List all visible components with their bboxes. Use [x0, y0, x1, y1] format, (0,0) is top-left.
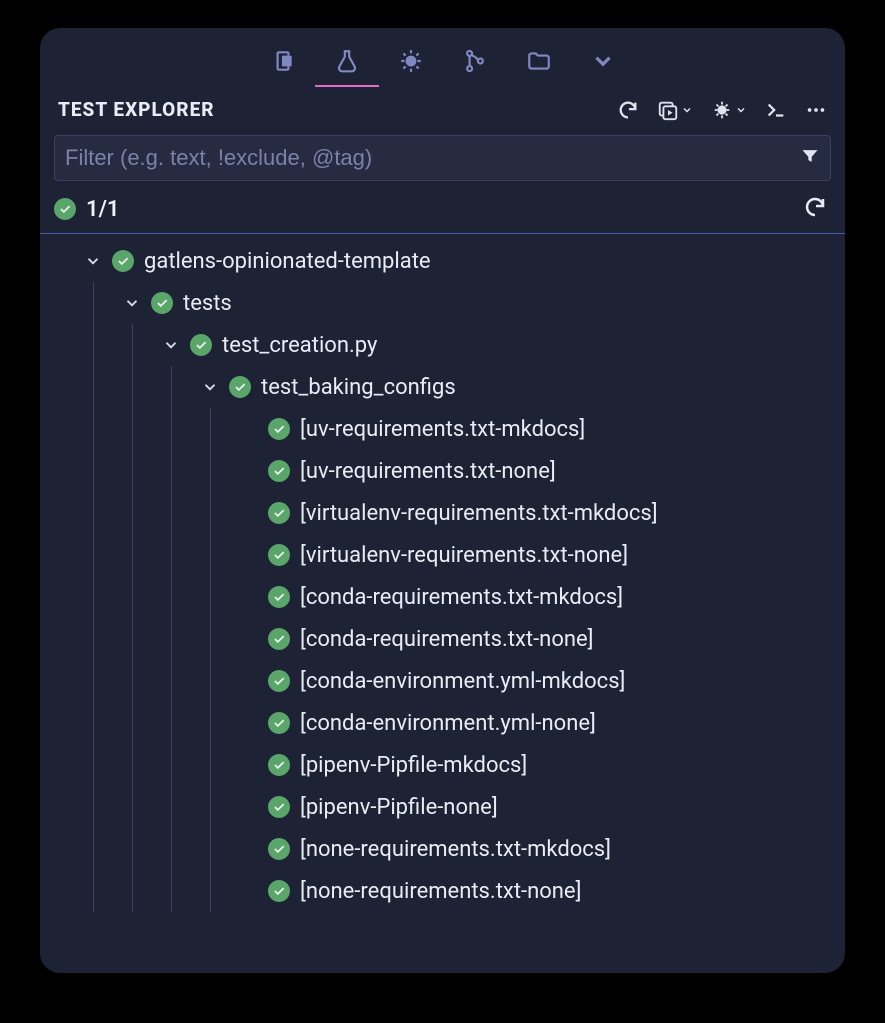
status-pass-icon [268, 460, 290, 482]
run-tests-button[interactable] [657, 99, 693, 121]
tree-row-file[interactable]: test_creation.py [40, 324, 845, 366]
tree-row-param[interactable]: [conda-requirements.txt-none] [40, 618, 845, 660]
tree-label: [pipenv-Pipfile-none] [300, 795, 498, 820]
tree-row-testcase[interactable]: test_baking_configs [40, 366, 845, 408]
section-header: TEST EXPLORER [40, 86, 845, 129]
chevron-down-icon[interactable] [121, 294, 143, 312]
tree-label: test_creation.py [222, 333, 377, 358]
overflow-chevron-icon[interactable] [589, 47, 617, 75]
tree-row-param[interactable]: [uv-requirements.txt-none] [40, 450, 845, 492]
tree-label: [none-requirements.txt-mkdocs] [300, 837, 611, 862]
tree-label: [conda-environment.yml-none] [300, 711, 596, 736]
status-pass-icon [268, 418, 290, 440]
tree-label: [uv-requirements.txt-none] [300, 459, 556, 484]
tree-row-param[interactable]: [conda-environment.yml-mkdocs] [40, 660, 845, 702]
tree-row-param[interactable]: [conda-requirements.txt-mkdocs] [40, 576, 845, 618]
chevron-down-icon[interactable] [199, 378, 221, 396]
status-pass-icon [268, 628, 290, 650]
summary-count: 1/1 [86, 197, 120, 222]
status-pass-icon [229, 376, 251, 398]
debug-tests-button[interactable] [711, 99, 747, 121]
status-pass-icon [268, 712, 290, 734]
tree-row-param[interactable]: [pipenv-Pipfile-none] [40, 786, 845, 828]
tree-label: tests [183, 291, 232, 316]
summary-row: 1/1 [40, 189, 845, 233]
refresh-tests-button[interactable] [617, 99, 639, 121]
test-tree[interactable]: gatlens-opinionated-template tests test_… [40, 234, 845, 973]
chevron-down-icon[interactable] [160, 336, 182, 354]
tree-row-param[interactable]: [virtualenv-requirements.txt-mkdocs] [40, 492, 845, 534]
status-pass-icon [190, 334, 212, 356]
status-pass-icon [151, 292, 173, 314]
activity-tabstrip [40, 28, 845, 86]
status-pass-icon [268, 838, 290, 860]
tree-row-param[interactable]: [virtualenv-requirements.txt-none] [40, 534, 845, 576]
tree-row-param[interactable]: [none-requirements.txt-none] [40, 870, 845, 912]
folder-tab-icon[interactable] [525, 47, 553, 75]
tree-row-tests[interactable]: tests [40, 282, 845, 324]
test-explorer-panel: TEST EXPLORER [40, 28, 845, 973]
section-title: TEST EXPLORER [58, 98, 215, 121]
status-pass-icon [268, 880, 290, 902]
tree-row-param[interactable]: [pipenv-Pipfile-mkdocs] [40, 744, 845, 786]
tree-row-param[interactable]: [none-requirements.txt-mkdocs] [40, 828, 845, 870]
tree-label: [conda-requirements.txt-mkdocs] [300, 585, 623, 610]
tree-row-param[interactable]: [uv-requirements.txt-mkdocs] [40, 408, 845, 450]
tree-label: [conda-environment.yml-mkdocs] [300, 669, 625, 694]
tree-label: [pipenv-Pipfile-mkdocs] [300, 753, 527, 778]
section-actions [617, 99, 827, 121]
source-control-tab-icon[interactable] [461, 47, 489, 75]
tree-label: [none-requirements.txt-none] [300, 879, 581, 904]
tree-label: [virtualenv-requirements.txt-none] [300, 543, 628, 568]
filter-box[interactable] [54, 135, 831, 181]
debug-tab-icon[interactable] [397, 47, 425, 75]
filter-input[interactable] [65, 145, 800, 171]
tree-row-root[interactable]: gatlens-opinionated-template [40, 240, 845, 282]
tree-label: gatlens-opinionated-template [144, 249, 431, 274]
testing-tab-icon[interactable] [333, 47, 361, 75]
explorer-tab-icon[interactable] [269, 47, 297, 75]
show-output-button[interactable] [765, 99, 787, 121]
status-pass-icon [268, 586, 290, 608]
tree-label: [uv-requirements.txt-mkdocs] [300, 417, 585, 442]
chevron-down-icon[interactable] [82, 252, 104, 270]
status-pass-icon [112, 250, 134, 272]
status-pass-icon [268, 754, 290, 776]
status-pass-icon [268, 670, 290, 692]
summary-status-pass-icon [54, 198, 76, 220]
more-actions-button[interactable] [805, 99, 827, 121]
tree-label: test_baking_configs [261, 375, 456, 400]
filter-icon[interactable] [800, 146, 820, 170]
tree-label: [conda-requirements.txt-none] [300, 627, 594, 652]
tree-label: [virtualenv-requirements.txt-mkdocs] [300, 501, 658, 526]
summary-refresh-button[interactable] [803, 195, 827, 223]
status-pass-icon [268, 502, 290, 524]
status-pass-icon [268, 796, 290, 818]
status-pass-icon [268, 544, 290, 566]
tree-row-param[interactable]: [conda-environment.yml-none] [40, 702, 845, 744]
